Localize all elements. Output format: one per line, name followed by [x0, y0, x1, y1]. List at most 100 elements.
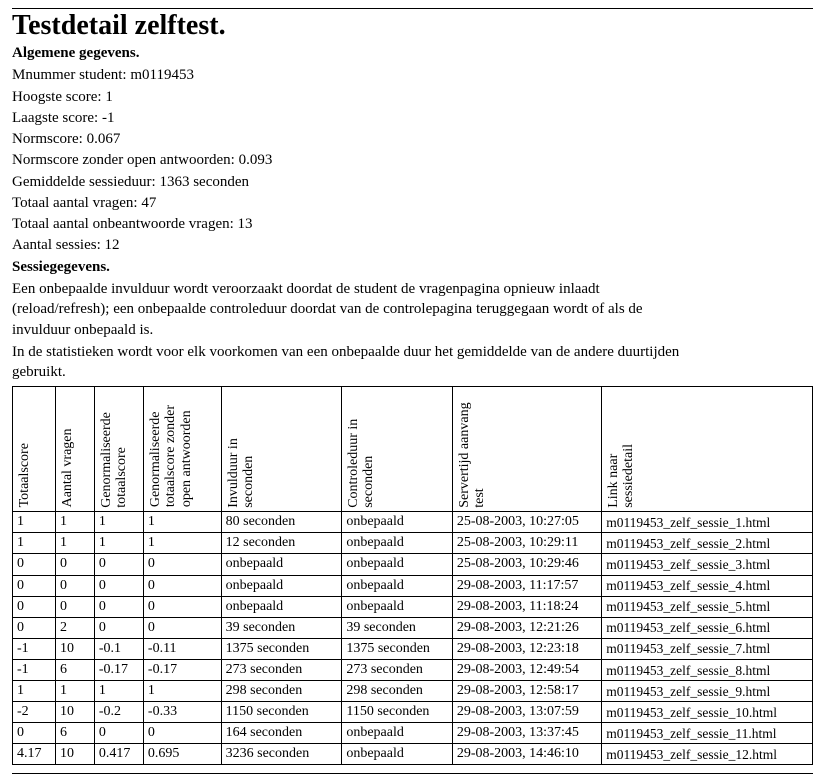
section-heading-general: Algemene gegevens.: [12, 44, 813, 64]
label: Totaal aantal vragen:: [12, 195, 138, 211]
bottom-rule: [12, 773, 813, 774]
value: 0.067: [87, 131, 121, 147]
cell-norm: 1: [94, 533, 143, 554]
page-title: Testdetail zelftest.: [12, 11, 813, 42]
cell-servertijd: 29-08-2003, 13:07:59: [452, 702, 601, 723]
cell-norm-zo: 0: [143, 617, 221, 638]
kv-normscore: Normscore: 0.067: [12, 129, 813, 149]
cell-link[interactable]: m0119453_zelf_sessie_3.html: [602, 554, 813, 575]
cell-invulduur: 298 seconden: [221, 681, 342, 702]
cell-norm-zo: -0.33: [143, 702, 221, 723]
table-header-row: Totaalscore Aantal vragen Genormaliseerd…: [13, 387, 813, 512]
cell-servertijd: 29-08-2003, 12:58:17: [452, 681, 601, 702]
kv-mnummer: Mnummer student: m0119453: [12, 65, 813, 85]
cell-totaalscore: 1: [13, 533, 56, 554]
value: -1: [102, 110, 115, 126]
table-row: 0000onbepaaldonbepaald29-08-2003, 11:18:…: [13, 596, 813, 617]
label: Mnummer student:: [12, 67, 127, 83]
cell-servertijd: 29-08-2003, 12:21:26: [452, 617, 601, 638]
cell-link[interactable]: m0119453_zelf_sessie_1.html: [602, 512, 813, 533]
value: m0119453: [130, 67, 194, 83]
cell-aantal-vragen: 6: [55, 659, 94, 680]
cell-norm: 1: [94, 512, 143, 533]
cell-controleduur: 1150 seconden: [342, 702, 452, 723]
cell-invulduur: 12 seconden: [221, 533, 342, 554]
cell-link[interactable]: m0119453_zelf_sessie_6.html: [602, 617, 813, 638]
table-row: 0600164 secondenonbepaald29-08-2003, 13:…: [13, 723, 813, 744]
col-header-totaalscore: Totaalscore: [13, 387, 56, 512]
cell-link[interactable]: m0119453_zelf_sessie_12.html: [602, 744, 813, 765]
cell-invulduur: 39 seconden: [221, 617, 342, 638]
cell-totaalscore: 0: [13, 554, 56, 575]
cell-link[interactable]: m0119453_zelf_sessie_5.html: [602, 596, 813, 617]
table-row: 0000onbepaaldonbepaald29-08-2003, 11:17:…: [13, 575, 813, 596]
cell-norm: 0: [94, 596, 143, 617]
cell-totaalscore: 1: [13, 681, 56, 702]
col-header-link: Link naar sessiedetail: [602, 387, 813, 512]
cell-totaalscore: 0: [13, 723, 56, 744]
cell-invulduur: onbepaald: [221, 596, 342, 617]
value: 47: [141, 195, 156, 211]
cell-totaalscore: -1: [13, 659, 56, 680]
cell-norm: 0: [94, 617, 143, 638]
cell-norm: -0.17: [94, 659, 143, 680]
cell-servertijd: 29-08-2003, 11:18:24: [452, 596, 601, 617]
cell-link[interactable]: m0119453_zelf_sessie_11.html: [602, 723, 813, 744]
cell-aantal-vragen: 10: [55, 702, 94, 723]
value: 1: [105, 89, 113, 105]
kv-laagste: Laagste score: -1: [12, 108, 813, 128]
cell-totaalscore: 0: [13, 596, 56, 617]
cell-link[interactable]: m0119453_zelf_sessie_2.html: [602, 533, 813, 554]
cell-totaalscore: 4.17: [13, 744, 56, 765]
cell-link[interactable]: m0119453_zelf_sessie_9.html: [602, 681, 813, 702]
cell-servertijd: 29-08-2003, 12:49:54: [452, 659, 601, 680]
cell-aantal-vragen: 6: [55, 723, 94, 744]
col-header-norm-totaal: Genormaliseerde totaalscore: [94, 387, 143, 512]
cell-link[interactable]: m0119453_zelf_sessie_10.html: [602, 702, 813, 723]
table-row: -16-0.17-0.17273 seconden273 seconden29-…: [13, 659, 813, 680]
cell-link[interactable]: m0119453_zelf_sessie_4.html: [602, 575, 813, 596]
cell-norm-zo: 0: [143, 575, 221, 596]
col-header-controleduur: Controleduur in seconden: [342, 387, 452, 512]
table-row: 111112 secondenonbepaald25-08-2003, 10:2…: [13, 533, 813, 554]
cell-norm: 0: [94, 575, 143, 596]
cell-invulduur: 1375 seconden: [221, 638, 342, 659]
cell-norm-zo: 0.695: [143, 744, 221, 765]
cell-controleduur: 273 seconden: [342, 659, 452, 680]
table-row: 0000onbepaaldonbepaald25-08-2003, 10:29:…: [13, 554, 813, 575]
cell-aantal-vragen: 10: [55, 638, 94, 659]
cell-norm-zo: 0: [143, 723, 221, 744]
cell-aantal-vragen: 1: [55, 533, 94, 554]
col-header-servertijd: Servertijd aanvang test: [452, 387, 601, 512]
cell-link[interactable]: m0119453_zelf_sessie_8.html: [602, 659, 813, 680]
cell-controleduur: 298 seconden: [342, 681, 452, 702]
cell-invulduur: 80 seconden: [221, 512, 342, 533]
cell-invulduur: 164 seconden: [221, 723, 342, 744]
kv-normscore-zopen: Normscore zonder open antwoorden: 0.093: [12, 150, 813, 170]
cell-invulduur: 3236 seconden: [221, 744, 342, 765]
cell-invulduur: onbepaald: [221, 575, 342, 596]
session-table: Totaalscore Aantal vragen Genormaliseerd…: [12, 386, 813, 765]
cell-aantal-vragen: 0: [55, 554, 94, 575]
cell-controleduur: onbepaald: [342, 744, 452, 765]
cell-norm-zo: 1: [143, 512, 221, 533]
cell-aantal-vragen: 1: [55, 681, 94, 702]
cell-link[interactable]: m0119453_zelf_sessie_7.html: [602, 638, 813, 659]
cell-invulduur: 1150 seconden: [221, 702, 342, 723]
cell-norm: 1: [94, 681, 143, 702]
table-row: 1111298 seconden298 seconden29-08-2003, …: [13, 681, 813, 702]
cell-norm-zo: 0: [143, 596, 221, 617]
cell-norm-zo: 1: [143, 681, 221, 702]
cell-totaalscore: 0: [13, 575, 56, 596]
label: Totaal aantal onbeantwoorde vragen:: [12, 216, 234, 232]
kv-totaal-onbeantwoord: Totaal aantal onbeantwoorde vragen: 13: [12, 214, 813, 234]
top-rule: [12, 8, 813, 9]
cell-norm-zo: -0.11: [143, 638, 221, 659]
table-row: -110-0.1-0.111375 seconden1375 seconden2…: [13, 638, 813, 659]
cell-aantal-vragen: 2: [55, 617, 94, 638]
label: Laagste score:: [12, 110, 98, 126]
cell-invulduur: 273 seconden: [221, 659, 342, 680]
kv-totaal-vragen: Totaal aantal vragen: 47: [12, 193, 813, 213]
cell-totaalscore: 1: [13, 512, 56, 533]
cell-controleduur: onbepaald: [342, 575, 452, 596]
